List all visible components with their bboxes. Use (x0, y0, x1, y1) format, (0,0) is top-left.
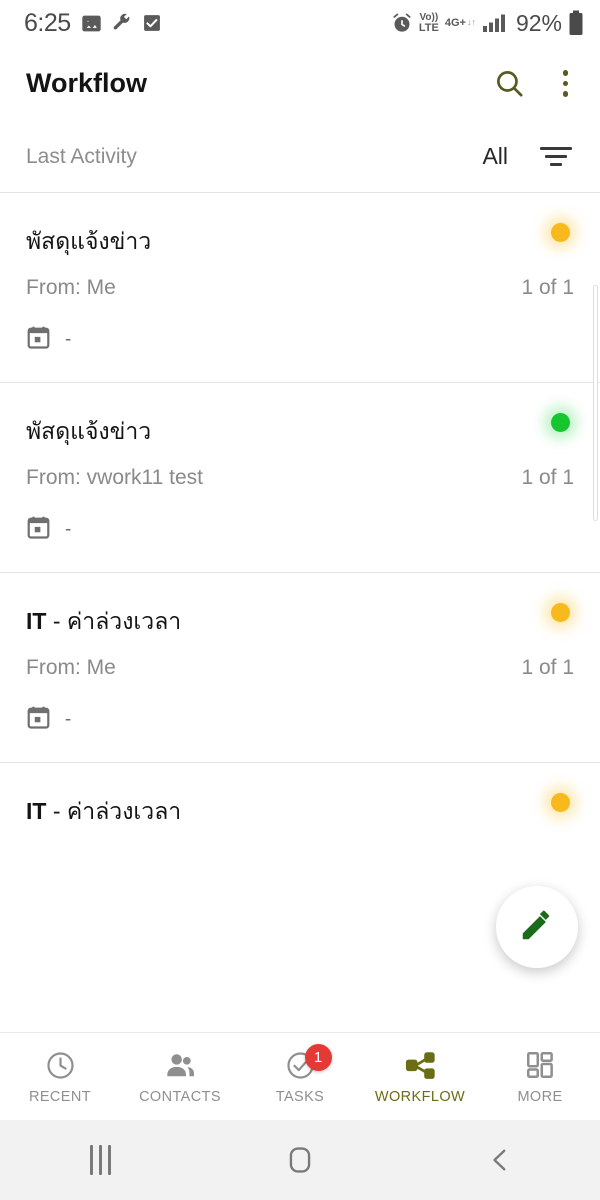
checkbox-icon (142, 13, 162, 33)
list-item-date: - (65, 328, 72, 350)
list-item-meta: From: Me 1 of 1 (26, 276, 574, 300)
list-item-title: IT - ค่าล่วงเวลา (26, 797, 574, 826)
status-badge (551, 413, 570, 432)
workflow-icon (404, 1048, 437, 1082)
list-item-title-text: พัสดุแจ้งข่าว (26, 228, 152, 254)
list-item-title-text: พัสดุแจ้งข่าว (26, 418, 152, 444)
list-item-date: - (65, 708, 72, 730)
nav-label: WORKFLOW (374, 1089, 466, 1105)
app-bar-actions (494, 64, 579, 103)
filter-bar-right: All (482, 143, 574, 170)
list-item-title: พัสดุแจ้งข่าว (26, 227, 574, 256)
recents-icon[interactable] (45, 1130, 155, 1190)
people-icon (164, 1048, 197, 1082)
data-transfer-arrows-icon: ↓↑ (466, 16, 476, 27)
more-vertical-icon[interactable] (553, 64, 579, 103)
nav-item-tasks[interactable]: 1 TASKS (240, 1033, 360, 1120)
list-item-title-prefix: IT (26, 608, 47, 634)
network-type-indicator: 4G+ ↓↑ (444, 16, 476, 29)
nav-item-contacts[interactable]: CONTACTS (120, 1033, 240, 1120)
list-item-from: From: Me (26, 655, 116, 679)
wrench-icon (112, 13, 132, 33)
page-title: Workflow (26, 68, 147, 98)
list-item-meta: From: Me 1 of 1 (26, 656, 574, 680)
list-item-count: 1 of 1 (521, 655, 574, 679)
list-item[interactable]: IT - ค่าล่วงเวลา From: Me 1 of 1 - (0, 763, 600, 841)
list-item-date: - (65, 518, 72, 540)
status-bar-right: Vo)) LTE 4G+ ↓↑ 92% (391, 10, 584, 37)
tasks-badge: 1 (304, 1044, 332, 1071)
calendar-icon (26, 705, 51, 735)
list-item-count: 1 of 1 (521, 275, 574, 299)
compose-fab-button[interactable] (496, 886, 578, 968)
list-item-title: พัสดุแจ้งข่าว (26, 417, 574, 446)
search-icon[interactable] (494, 68, 525, 99)
list-item-from: From: Me (26, 275, 116, 299)
image-icon (81, 13, 102, 34)
calendar-icon (26, 515, 51, 545)
bottom-navigation: RECENT CONTACTS 1 TASKS WORKFLOW MORE (0, 1032, 600, 1120)
list-item-date-row: - (26, 515, 574, 545)
list-item-meta: From: vwork11 test 1 of 1 (26, 466, 574, 490)
home-icon[interactable] (245, 1130, 355, 1190)
pencil-icon (518, 906, 556, 949)
status-badge (551, 603, 570, 622)
list-item-title-text: - ค่าล่วงเวลา (46, 608, 182, 634)
list-item[interactable]: IT - ค่าล่วงเวลา From: Me 1 of 1 - (0, 573, 600, 763)
battery-percent-label: 92% (515, 9, 562, 36)
status-badge (551, 793, 570, 812)
list-item-count: 1 of 1 (521, 465, 574, 489)
app-bar: Workflow (0, 46, 600, 121)
volte-indicator: Vo)) LTE (418, 11, 439, 34)
nav-label: MORE (517, 1089, 563, 1105)
clock-icon (45, 1048, 76, 1082)
list-scrollbar[interactable] (593, 285, 598, 521)
status-bar-left: 6:25 (24, 9, 162, 38)
back-icon[interactable] (445, 1130, 555, 1190)
sort-label[interactable]: Last Activity (26, 145, 137, 169)
signal-bars-icon (482, 13, 508, 33)
nav-item-recent[interactable]: RECENT (0, 1033, 120, 1120)
list-item-from: From: vwork11 test (26, 465, 203, 489)
nav-item-workflow[interactable]: WORKFLOW (360, 1033, 480, 1120)
nav-label: TASKS (275, 1089, 325, 1105)
status-bar: 6:25 Vo)) LTE 4G+ ↓↑ 92% (0, 0, 600, 46)
nav-item-more[interactable]: MORE (480, 1033, 600, 1120)
check-circle-icon: 1 (285, 1044, 332, 1082)
status-badge (551, 223, 570, 242)
android-navigation-bar (0, 1120, 600, 1200)
list-item-date-row: - (26, 325, 574, 355)
battery-icon (568, 10, 584, 36)
list-item[interactable]: พัสดุแจ้งข่าว From: Me 1 of 1 - (0, 193, 600, 383)
grid-icon (525, 1048, 555, 1082)
scope-selector[interactable]: All (482, 143, 508, 170)
workflow-list: พัสดุแจ้งข่าว From: Me 1 of 1 - พัสดุแจ้… (0, 193, 600, 841)
list-item-date-row: - (26, 705, 574, 735)
calendar-icon (26, 325, 51, 355)
filter-bar: Last Activity All (0, 121, 600, 193)
list-item-title-prefix: IT (26, 798, 47, 824)
list-item-title-text: - ค่าล่วงเวลา (46, 798, 182, 824)
list-item[interactable]: พัสดุแจ้งข่าว From: vwork11 test 1 of 1 … (0, 383, 600, 573)
nav-label: CONTACTS (139, 1089, 221, 1105)
filter-icon[interactable] (538, 143, 574, 170)
alarm-icon (391, 12, 413, 34)
list-item-title: IT - ค่าล่วงเวลา (26, 607, 574, 636)
nav-label: RECENT (28, 1089, 91, 1105)
status-time: 6:25 (24, 8, 71, 37)
